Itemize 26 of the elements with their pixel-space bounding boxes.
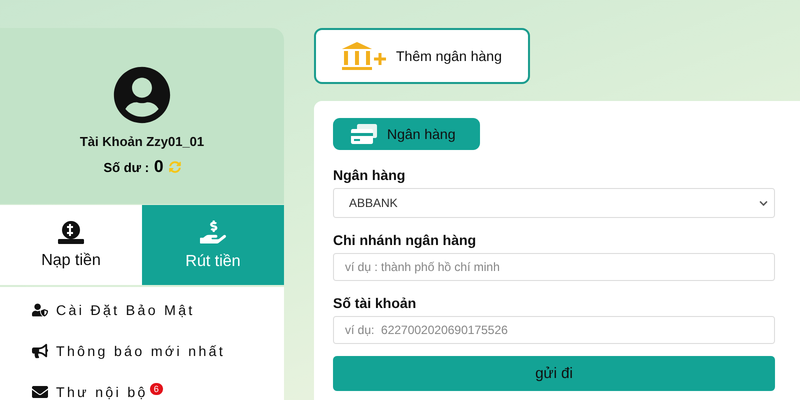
megaphone-icon [32,342,48,358]
menu-item[interactable]: Thông báo mới nhất [32,342,284,359]
user-shield-icon [32,302,48,318]
input-field[interactable]: ví dụ : thành phố hồ chí minh [333,253,775,281]
field-label: Ngân hàng [333,167,406,183]
menu-item[interactable]: Cài Đặt Bảo Mật [32,301,284,318]
input-field[interactable]: ví dụ: 6227002020690175526 [333,316,775,344]
envelope-icon [32,384,48,400]
balance-label: Số dư : [104,160,150,174]
avatar-icon [113,66,171,124]
coin-tray-icon [57,220,85,244]
refresh-icon[interactable] [168,161,180,173]
balance-value: 0 [154,157,164,177]
bank-tab[interactable]: Ngân hàng [333,118,480,150]
hand-money-icon [200,219,226,245]
menu-item[interactable]: Thư nội bộ 6 [32,383,284,400]
add-bank-button[interactable]: Thêm ngân hàng [314,28,530,84]
count-badge: 6 [150,383,163,395]
submit-button[interactable]: gửi đi [333,356,775,391]
bank-select[interactable]: ABBANK [333,188,775,218]
field-label: Số tài khoản [333,295,418,311]
card-icon [349,123,379,145]
wallet-tab[interactable]: Nạp tiền [0,205,142,285]
account-name: Tài Khoản Zzy01_01 [80,134,204,149]
field-label: Chi nhánh ngân hàng [333,232,478,248]
chevron-icon [759,198,768,208]
